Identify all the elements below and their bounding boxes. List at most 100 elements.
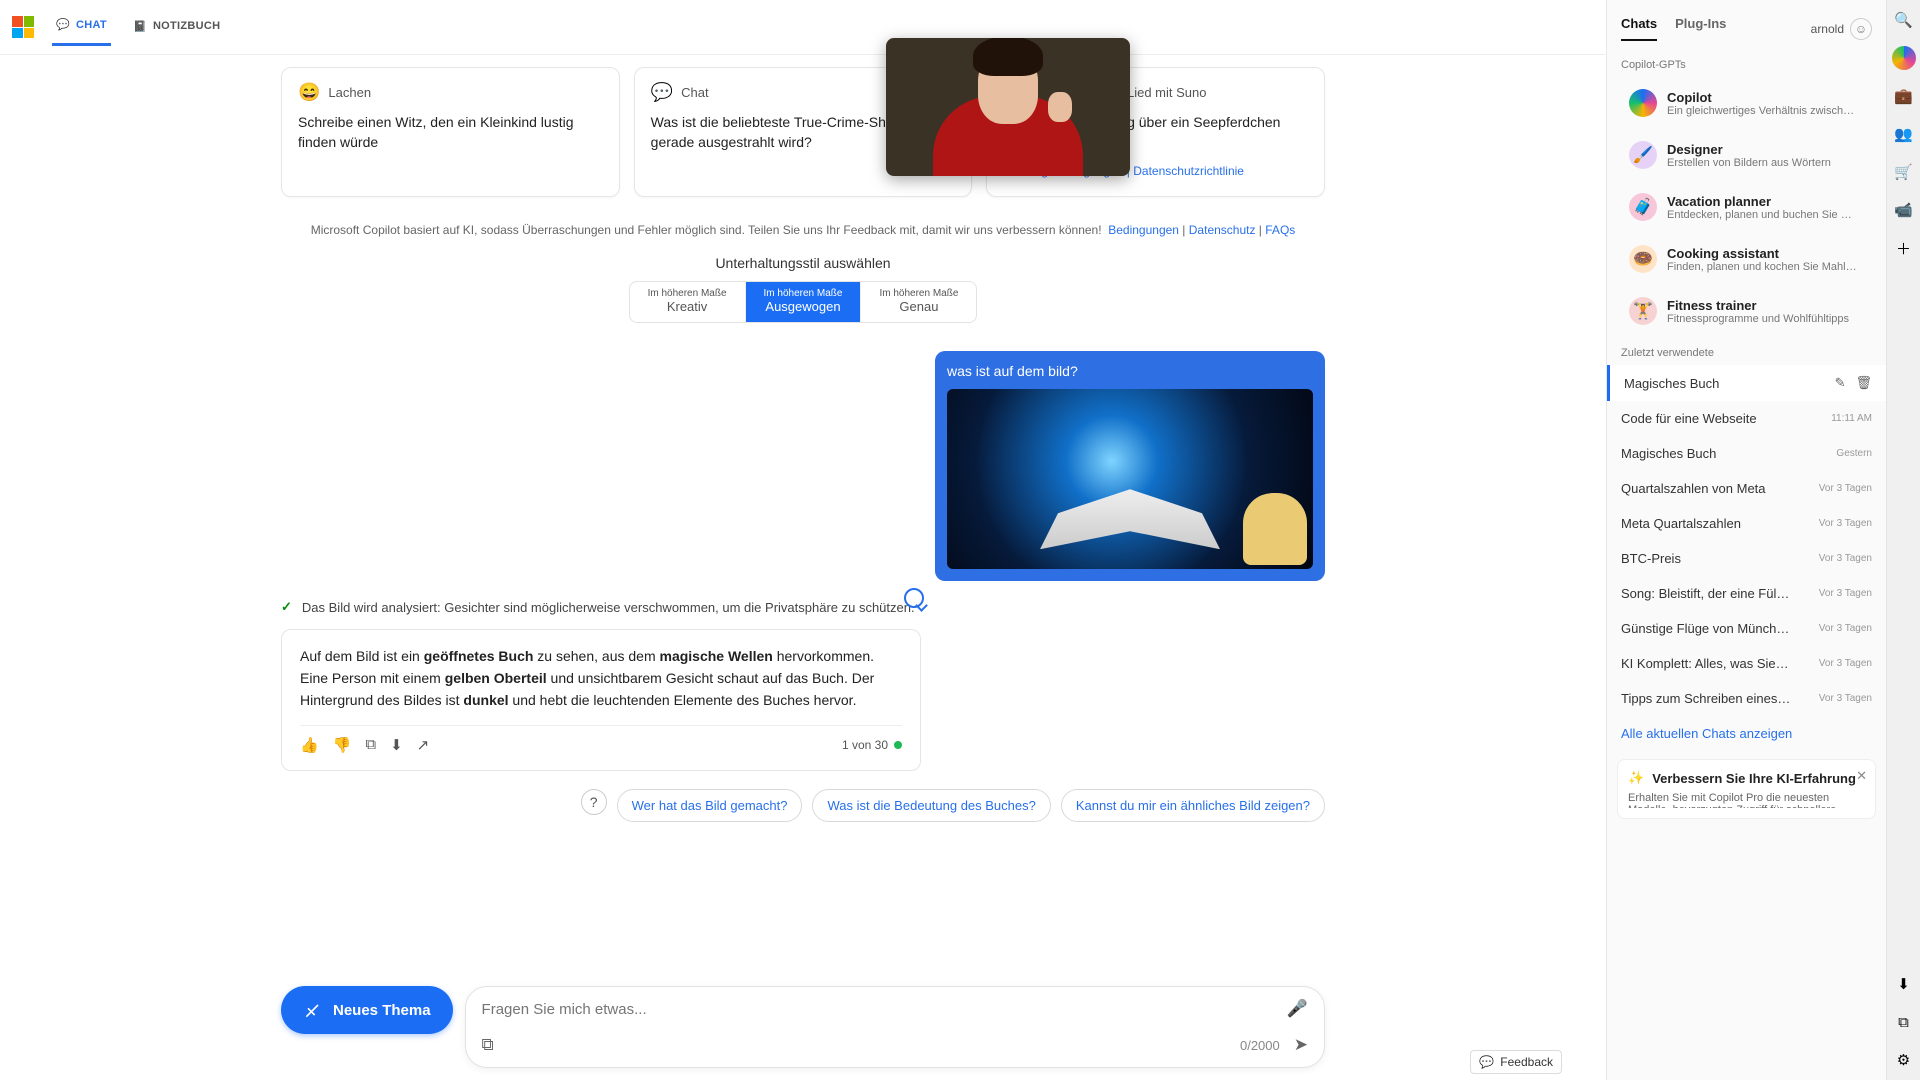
sidebar-tab-chats[interactable]: Chats xyxy=(1621,16,1657,41)
image-upload-icon[interactable]: ⧉ xyxy=(482,1035,494,1055)
compose-box: 🎤 ⧉ 0/2000 ➤ xyxy=(465,986,1325,1068)
card-body: Schreibe einen Witz, den ein Kleinkind l… xyxy=(298,113,603,152)
disclaimer: Microsoft Copilot basiert auf KI, sodass… xyxy=(281,223,1325,237)
cursor-indicator-icon xyxy=(904,588,924,608)
like-icon[interactable]: 👍 xyxy=(300,736,319,754)
tab-notebook-label: NOTIZBUCH xyxy=(153,20,220,32)
sparkle-icon: ✨ xyxy=(1628,770,1644,786)
char-counter: 0/2000 xyxy=(1240,1038,1280,1053)
recent-chat[interactable]: Günstige Flüge von München nach Fra…Vor … xyxy=(1607,611,1886,646)
terms-link[interactable]: Bedingungen xyxy=(1108,223,1179,237)
vacation-icon: 🧳 xyxy=(1629,193,1657,221)
tab-chat-label: CHAT xyxy=(76,19,107,31)
chat-icon: 💬 xyxy=(56,18,70,31)
recent-chat[interactable]: KI Komplett: Alles, was Sie über LLMs …V… xyxy=(1607,646,1886,681)
feedback-icon: 💬 xyxy=(1479,1055,1494,1069)
suggestion-pill[interactable]: Wer hat das Bild gemacht? xyxy=(617,789,803,822)
suggestion-pill[interactable]: Was ist die Bedeutung des Buches? xyxy=(812,789,1050,822)
suggestion-pill[interactable]: Kannst du mir ein ähnliches Bild zeigen? xyxy=(1061,789,1325,822)
plus-icon[interactable]: ＋ xyxy=(1892,236,1916,260)
send-icon[interactable]: ➤ xyxy=(1294,1035,1308,1055)
gpts-label: Copilot-GPTs xyxy=(1607,49,1886,77)
gpt-copilot[interactable]: CopilotEin gleichwertiges Verhältnis zwi… xyxy=(1615,79,1878,127)
edit-icon[interactable]: ✎ xyxy=(1835,375,1846,391)
download-icon[interactable]: ⬇ xyxy=(390,736,403,754)
tab-notebook[interactable]: 📓 NOTIZBUCH xyxy=(129,10,224,45)
tab-chat[interactable]: 💬 CHAT xyxy=(52,8,111,46)
recent-chat[interactable]: Magisches Buch ✎🗑 xyxy=(1607,365,1886,401)
style-precise[interactable]: Im höheren Maße Genau xyxy=(861,282,976,322)
ai-response: Auf dem Bild ist ein geöffnetes Buch zu … xyxy=(281,629,921,771)
share-icon[interactable]: ↗ xyxy=(417,736,430,754)
people-icon[interactable]: 👥 xyxy=(1892,122,1916,146)
broom-icon xyxy=(303,1000,323,1020)
laugh-icon: 😄 xyxy=(298,82,320,103)
gpt-cooking[interactable]: 🍩Cooking assistantFinden, planen und koc… xyxy=(1615,235,1878,283)
privacy-link[interactable]: Datenschutzrichtlinie xyxy=(1133,164,1244,178)
settings-icon[interactable]: ⚙ xyxy=(1892,1048,1916,1072)
microphone-icon[interactable]: 🎤 xyxy=(1287,999,1308,1019)
help-icon[interactable]: ? xyxy=(581,789,607,815)
search-icon[interactable]: 🔍 xyxy=(1892,8,1916,32)
recent-chat[interactable]: Meta QuartalszahlenVor 3 Tagen xyxy=(1607,506,1886,541)
copilot-rail-icon[interactable] xyxy=(1892,46,1916,70)
recent-label: Zuletzt verwendete xyxy=(1607,337,1886,365)
briefcase-icon[interactable]: 💼 xyxy=(1892,84,1916,108)
card-laugh[interactable]: 😄 Lachen Schreibe einen Witz, den ein Kle… xyxy=(281,67,620,197)
analysis-text: Das Bild wird analysiert: Gesichter sind… xyxy=(302,600,915,615)
recent-chat[interactable]: Magisches BuchGestern xyxy=(1607,436,1886,471)
microsoft-logo xyxy=(12,16,34,38)
avatar-icon: ☺ xyxy=(1850,18,1872,40)
suggestion-cards: 😄 Lachen Schreibe einen Witz, den ein Kle… xyxy=(281,67,1325,197)
all-chats-link[interactable]: Alle aktuellen Chats anzeigen xyxy=(1607,716,1886,751)
recent-chat[interactable]: Quartalszahlen von MetaVor 3 Tagen xyxy=(1607,471,1886,506)
card-category: Lachen xyxy=(328,85,371,100)
style-picker: Im höheren Maße Kreativ Im höheren Maße … xyxy=(629,281,978,323)
download-rail-icon[interactable]: ⬇ xyxy=(1892,972,1916,996)
recent-chat[interactable]: Song: Bleistift, der eine Füllfeder sein… xyxy=(1607,576,1886,611)
fitness-icon: 🏋️ xyxy=(1629,297,1657,325)
privacy-link[interactable]: Datenschutz xyxy=(1189,223,1256,237)
copilot-icon xyxy=(1629,89,1657,117)
username: arnold xyxy=(1811,22,1844,36)
dislike-icon[interactable]: 👎 xyxy=(333,736,352,754)
card-category: Chat xyxy=(681,85,708,100)
chat-bubble-icon: 💬 xyxy=(651,82,673,103)
user-text: was ist auf dem bild? xyxy=(947,363,1313,379)
icon-rail: 🔍 💼 👥 🛒 📹 ＋ ⬇ ⧉ ⚙ xyxy=(1886,0,1920,1080)
content: 😄 Lachen Schreibe einen Witz, den ein Kle… xyxy=(253,67,1353,962)
designer-icon: 🖌️ xyxy=(1629,141,1657,169)
copy-icon[interactable]: ⧉ xyxy=(365,736,376,754)
check-icon: ✓ xyxy=(281,599,292,615)
close-icon[interactable]: ✕ xyxy=(1856,768,1867,784)
user-image[interactable] xyxy=(947,389,1313,569)
picture-in-picture[interactable] xyxy=(886,38,1130,176)
delete-icon[interactable]: 🗑 xyxy=(1855,375,1872,391)
recent-chat[interactable]: BTC-PreisVor 3 Tagen xyxy=(1607,541,1886,576)
followup-suggestions: ? Wer hat das Bild gemacht? Was ist die … xyxy=(281,789,1325,822)
gpt-designer[interactable]: 🖌️DesignerErstellen von Bildern aus Wört… xyxy=(1615,131,1878,179)
recent-chat[interactable]: Tipps zum Schreiben eines Artikels übe…V… xyxy=(1607,681,1886,716)
message-input[interactable] xyxy=(482,1001,1287,1018)
gpt-fitness[interactable]: 🏋️Fitness trainerFitnessprogramme und Wo… xyxy=(1615,287,1878,335)
style-title: Unterhaltungsstil auswählen xyxy=(281,255,1325,271)
sidebar-tab-plugins[interactable]: Plug-Ins xyxy=(1675,16,1726,41)
analysis-row: ✓ Das Bild wird analysiert: Gesichter si… xyxy=(281,599,1325,615)
style-balanced[interactable]: Im höheren Maße Ausgewogen xyxy=(746,282,862,322)
ai-actions: 👍 👎 ⧉ ⬇ ↗ xyxy=(300,736,429,754)
new-topic-button[interactable]: Neues Thema xyxy=(281,986,453,1034)
disclaimer-text: Microsoft Copilot basiert auf KI, sodass… xyxy=(311,223,1102,237)
popout-icon[interactable]: ⧉ xyxy=(1892,1010,1916,1034)
notebook-icon: 📓 xyxy=(133,20,147,33)
status-dot-icon xyxy=(894,741,902,749)
user-chip[interactable]: arnold ☺ xyxy=(1811,18,1872,40)
gpt-vacation[interactable]: 🧳Vacation plannerEntdecken, planen und b… xyxy=(1615,183,1878,231)
promo-card[interactable]: ✕ ✨Verbessern Sie Ihre KI-Erfahrung Erha… xyxy=(1617,759,1876,819)
style-creative[interactable]: Im höheren Maße Kreativ xyxy=(630,282,746,322)
feedback-button[interactable]: 💬 Feedback xyxy=(1470,1050,1562,1074)
faq-link[interactable]: FAQs xyxy=(1265,223,1295,237)
recent-chat[interactable]: Code für eine Webseite11:11 AM xyxy=(1607,401,1886,436)
video-icon[interactable]: 📹 xyxy=(1892,198,1916,222)
cooking-icon: 🍩 xyxy=(1629,245,1657,273)
cart-icon[interactable]: 🛒 xyxy=(1892,160,1916,184)
